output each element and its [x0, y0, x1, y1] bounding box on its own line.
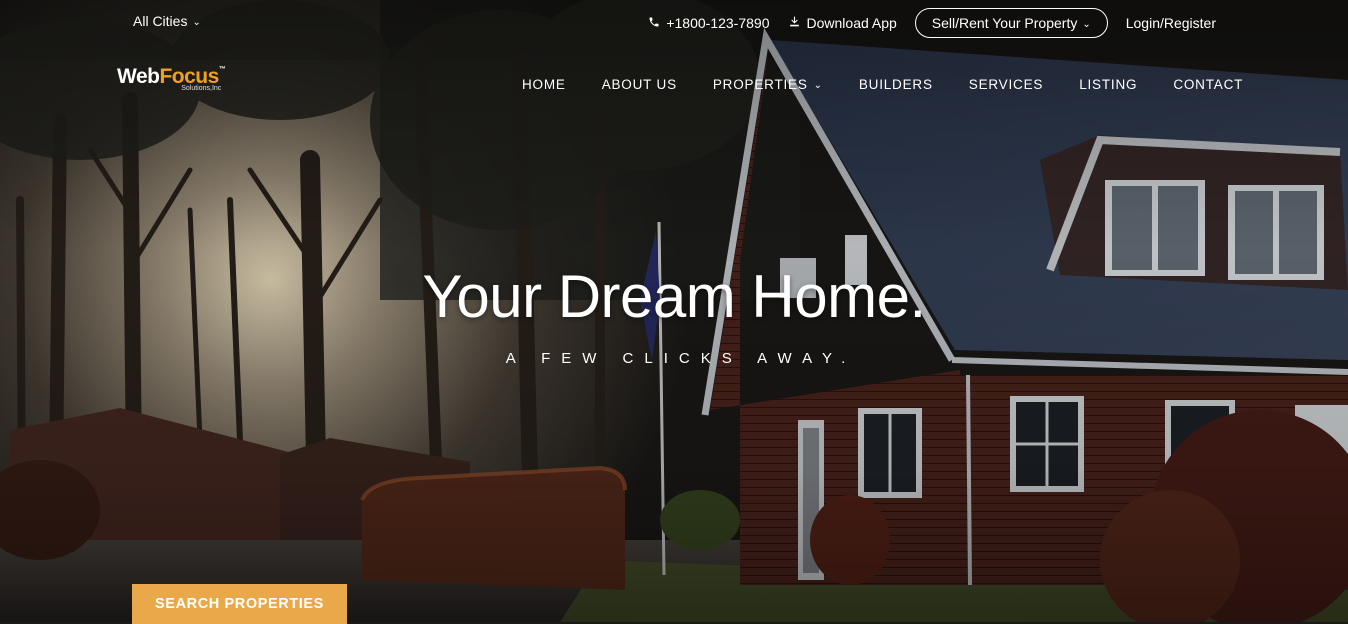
chevron-down-icon: ⌄ [813, 80, 823, 91]
download-app-link[interactable]: Download App [788, 15, 897, 31]
nav-contact-label: CONTACT [1173, 77, 1244, 92]
phone-icon [648, 16, 660, 31]
nav-listing[interactable]: LISTING [1079, 77, 1137, 92]
top-bar: All Cities ⌄ +1800-123-7890 Download App… [0, 0, 1348, 44]
city-selector[interactable]: All Cities ⌄ [133, 13, 201, 29]
sell-rent-label: Sell/Rent Your Property [931, 15, 1078, 31]
nav-builders[interactable]: BUILDERS [859, 77, 933, 92]
hero-title: Your Dream Home. [422, 263, 926, 330]
search-properties-button[interactable]: SEARCH PROPERTIES [132, 584, 347, 624]
nav-about-label: ABOUT US [601, 77, 677, 92]
logo-wordmark: WebFocus™ [117, 65, 226, 88]
download-icon [788, 15, 801, 31]
chevron-down-icon: ⌄ [1082, 18, 1091, 30]
nav-contact[interactable]: CONTACT [1173, 77, 1243, 92]
logo-tm: ™ [218, 66, 226, 73]
nav-properties-label: PROPERTIES [712, 77, 808, 92]
login-register-label: Login/Register [1125, 15, 1216, 31]
nav-home[interactable]: HOME [522, 77, 566, 92]
phone-number: +1800-123-7890 [666, 15, 770, 31]
login-register-link[interactable]: Login/Register [1126, 15, 1216, 31]
city-selector-label: All Cities [133, 13, 188, 29]
nav-listing-label: LISTING [1079, 77, 1138, 92]
nav-properties[interactable]: PROPERTIES ⌄ [713, 77, 823, 92]
top-right-links: +1800-123-7890 Download App Sell/Rent Yo… [648, 8, 1216, 38]
nav-home-label: HOME [522, 77, 566, 92]
download-app-label: Download App [806, 15, 897, 31]
nav-about[interactable]: ABOUT US [602, 77, 677, 92]
chevron-down-icon: ⌄ [192, 16, 201, 28]
nav-services[interactable]: SERVICES [969, 77, 1043, 92]
hero-subtitle: A FEW CLICKS AWAY. [505, 350, 857, 367]
nav-services-label: SERVICES [968, 77, 1044, 92]
nav-builders-label: BUILDERS [858, 77, 933, 92]
logo-web: Web [117, 65, 160, 88]
sell-rent-button[interactable]: Sell/Rent Your Property ⌄ [914, 8, 1108, 38]
phone-link[interactable]: +1800-123-7890 [648, 15, 770, 31]
site-logo[interactable]: WebFocus™ Solutions,Inc [117, 65, 226, 92]
main-navigation: HOME ABOUT US PROPERTIES ⌄ BUILDERS SERVI… [522, 77, 1243, 92]
